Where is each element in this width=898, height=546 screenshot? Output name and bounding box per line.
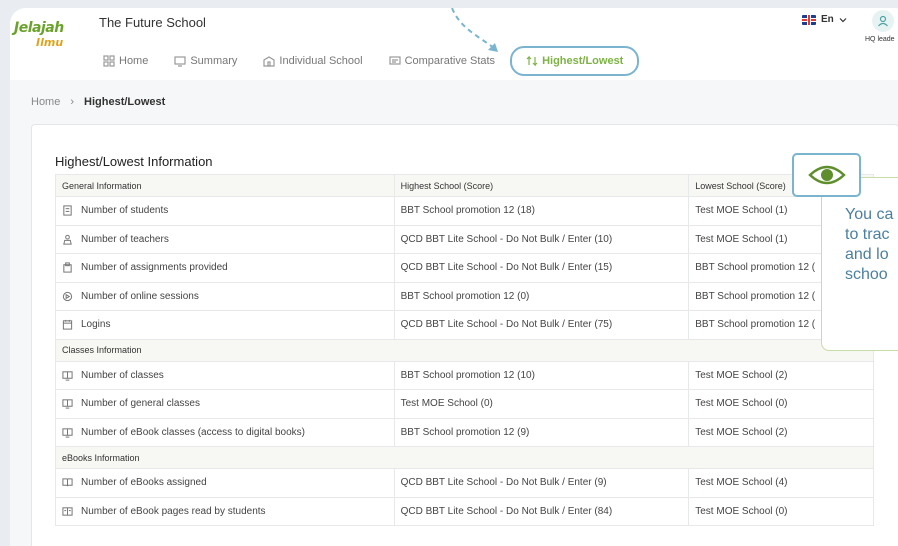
- chevron-right-icon: ›: [70, 96, 75, 108]
- guide-arrow: [451, 8, 498, 52]
- table-row: Number of eBooks assigned QCD BBT Lite S…: [55, 468, 874, 498]
- card-title: Highest/Lowest Information: [55, 154, 213, 169]
- class-icon: [62, 428, 73, 438]
- highest-value: BBT School promotion 12 (0): [393, 281, 690, 311]
- table-row: Logins QCD BBT Lite School - Do Not Bulk…: [55, 310, 874, 340]
- table-row: Number of eBook classes (access to digit…: [55, 417, 874, 447]
- main-nav: Home Summary Individual School Comparati…: [90, 46, 640, 76]
- highest-lowest-table: General Information Highest School (Scor…: [55, 174, 874, 526]
- tooltip-line: You ca: [845, 206, 894, 223]
- brand-logo[interactable]: Jelajah Ilmu: [14, 18, 78, 54]
- tooltip-line: and lo: [845, 246, 889, 263]
- highest-value: QCD BBT Lite School - Do Not Bulk / Ente…: [393, 224, 690, 254]
- highest-lowest-card: Highest/Lowest Information General Infor…: [31, 124, 898, 546]
- table-row: Number of general classes Test MOE Schoo…: [55, 389, 874, 419]
- lowest-value: Test MOE School (2): [688, 417, 874, 447]
- metric-label: Number of classes: [81, 369, 164, 381]
- nav-summary[interactable]: Summary: [161, 46, 250, 76]
- nav-individual-school-label: Individual School: [279, 55, 363, 67]
- table-row: Number of online sessions BBT School pro…: [55, 281, 874, 311]
- assignment-icon: [63, 262, 72, 273]
- table-row: Number of eBook pages read by students Q…: [55, 496, 874, 526]
- highest-value: BBT School promotion 12 (18): [393, 196, 690, 226]
- metric-label: Number of students: [81, 205, 169, 217]
- student-icon: [63, 205, 72, 216]
- group-title: eBooks Information: [55, 446, 874, 469]
- school-icon: [263, 56, 276, 67]
- group-header-row: Classes Information: [55, 338, 874, 362]
- book-icon: [62, 478, 73, 487]
- highest-value: QCD BBT Lite School - Do Not Bulk / Ente…: [393, 253, 690, 283]
- nav-highest-lowest[interactable]: Highest/Lowest: [510, 46, 640, 76]
- metric-label: Number of general classes: [81, 398, 200, 410]
- table-row: Number of teachers QCD BBT Lite School -…: [55, 224, 874, 254]
- nav-summary-label: Summary: [190, 55, 238, 67]
- table-row: Number of classes BBT School promotion 1…: [55, 360, 874, 390]
- app-window: Jelajah Ilmu The Future School Home Summ…: [10, 8, 898, 546]
- user-icon: [878, 15, 888, 27]
- eye-icon: [807, 165, 846, 185]
- language-label: En: [821, 14, 834, 25]
- monitor-icon: [174, 56, 186, 67]
- grid-icon: [103, 55, 115, 67]
- help-tooltip: You ca to trac and lo schoo: [821, 177, 898, 351]
- metric-label: Number of online sessions: [81, 290, 199, 302]
- highest-value: Test MOE School (0): [393, 389, 690, 419]
- user-avatar[interactable]: [872, 10, 894, 32]
- language-selector[interactable]: En: [802, 14, 847, 25]
- breadcrumb-current: Highest/Lowest: [84, 96, 166, 108]
- calendar-icon: [62, 320, 73, 330]
- highest-value: QCD BBT Lite School - Do Not Bulk / Ente…: [393, 468, 690, 498]
- highest-value: QCD BBT Lite School - Do Not Bulk / Ente…: [393, 310, 690, 340]
- teacher-icon: [63, 234, 72, 245]
- breadcrumb: Home › Highest/Lowest: [31, 96, 165, 108]
- school-name: The Future School: [99, 15, 206, 30]
- table-row: Number of assignments provided QCD BBT L…: [55, 253, 874, 283]
- table-header-row: General Information Highest School (Scor…: [55, 174, 874, 197]
- header-general-info: General Information: [55, 174, 395, 197]
- metric-label: Number of eBook classes (access to digit…: [81, 426, 305, 438]
- highest-value: QCD BBT Lite School - Do Not Bulk / Ente…: [393, 496, 690, 526]
- uk-flag-icon: [802, 14, 816, 25]
- lowest-value: Test MOE School (4): [688, 468, 874, 498]
- user-role: HQ leade: [865, 36, 895, 43]
- chat-icon: [388, 56, 401, 65]
- view-toggle-button[interactable]: [792, 153, 861, 197]
- metric-label: Number of eBook pages read by students: [81, 505, 266, 517]
- logo-text-bottom: Ilmu: [36, 36, 64, 49]
- chevron-down-icon: [839, 17, 847, 22]
- lowest-value: Test MOE School (0): [688, 389, 874, 419]
- header-highest-school: Highest School (Score): [393, 174, 690, 197]
- logo-text-top: Jelajah: [14, 20, 64, 36]
- nav-highest-lowest-label: Highest/Lowest: [542, 55, 624, 67]
- metric-label: Number of assignments provided: [81, 262, 228, 274]
- highest-value: BBT School promotion 12 (10): [393, 360, 690, 390]
- tooltip-line: to trac: [845, 226, 890, 243]
- class-icon: [62, 399, 73, 409]
- lowest-value: Test MOE School (0): [688, 496, 874, 526]
- nav-individual-school[interactable]: Individual School: [250, 46, 375, 76]
- metric-label: Number of eBooks assigned: [81, 477, 207, 489]
- metric-label: Number of teachers: [81, 233, 169, 245]
- group-title: Classes Information: [55, 338, 874, 362]
- group-header-row: eBooks Information: [55, 446, 874, 469]
- sort-icon: [526, 55, 538, 67]
- lowest-value: Test MOE School (2): [688, 360, 874, 390]
- pages-icon: [62, 507, 73, 516]
- table-row: Number of students BBT School promotion …: [55, 196, 874, 226]
- class-icon: [62, 371, 73, 381]
- breadcrumb-home[interactable]: Home: [31, 96, 60, 108]
- metric-label: Logins: [81, 319, 111, 331]
- nav-home-label: Home: [119, 55, 149, 67]
- highest-value: BBT School promotion 12 (9): [393, 417, 690, 447]
- session-icon: [62, 291, 73, 301]
- tooltip-line: schoo: [845, 266, 888, 283]
- nav-home[interactable]: Home: [90, 46, 161, 76]
